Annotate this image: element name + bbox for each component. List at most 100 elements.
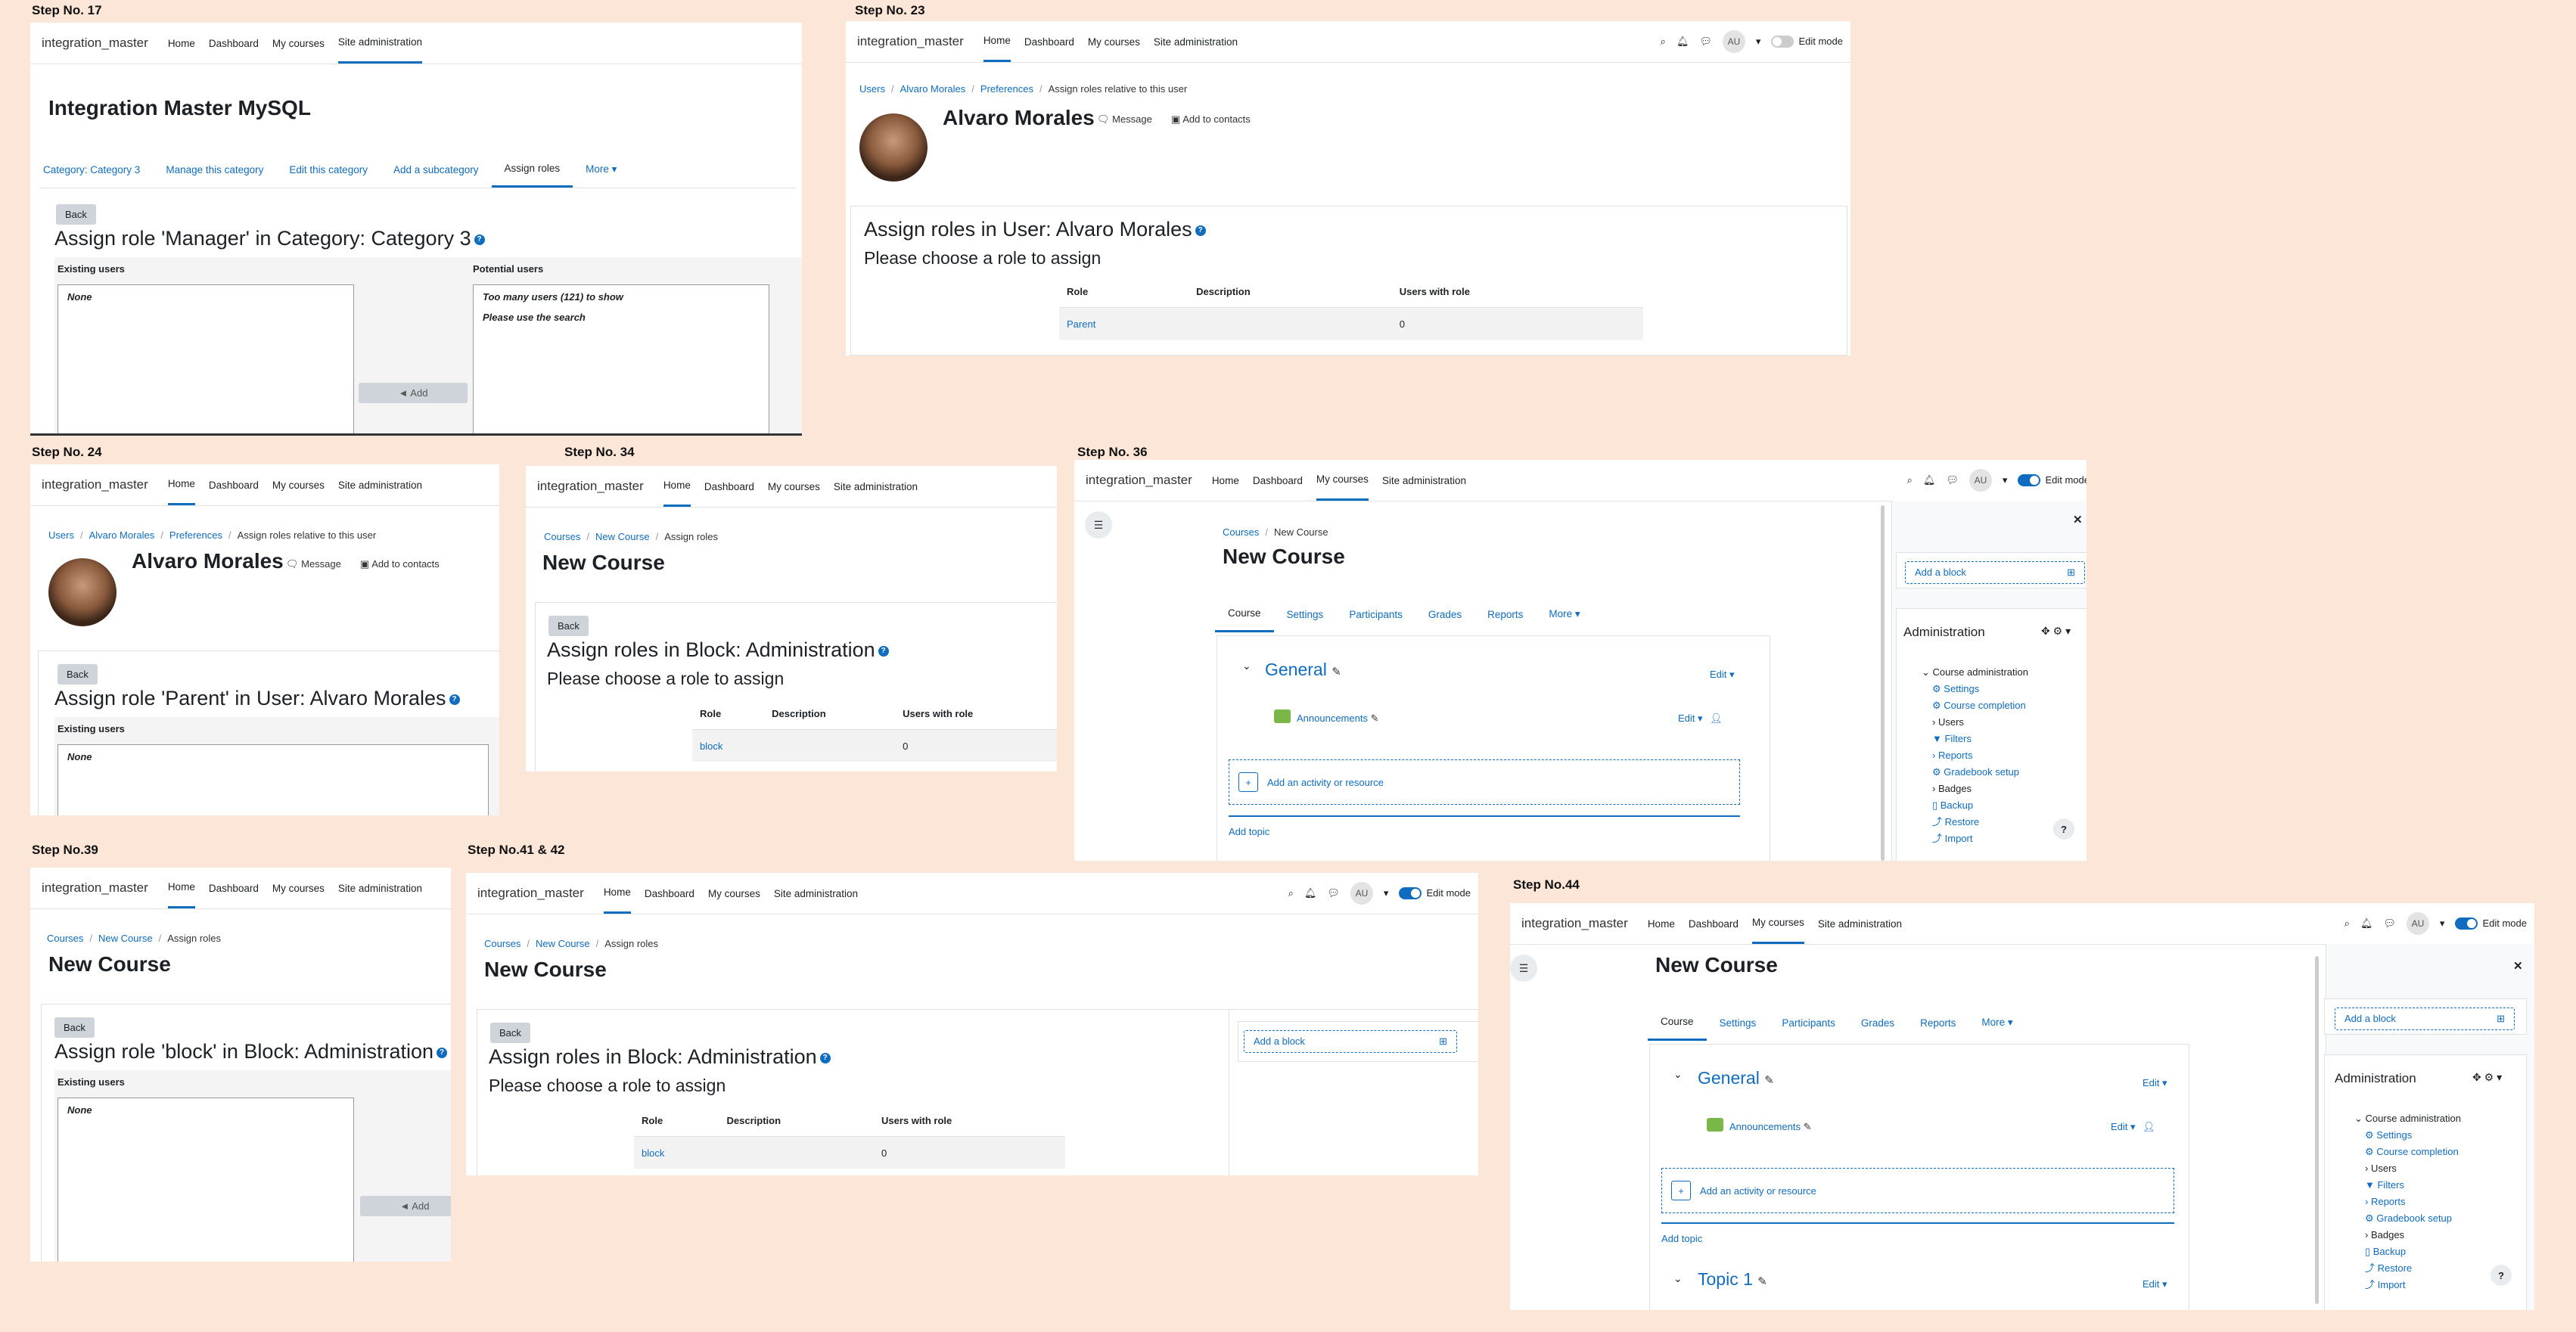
chevron-down-icon[interactable]: ▾: [2065, 625, 2071, 637]
user-avatar[interactable]: AU: [1722, 30, 1745, 53]
nav-my-courses[interactable]: My courses: [1088, 21, 1140, 62]
nav-home[interactable]: Home: [1212, 460, 1239, 501]
help-icon[interactable]: ?: [449, 694, 460, 705]
toggle-switch[interactable]: [1399, 887, 1422, 900]
help-icon[interactable]: ?: [878, 645, 889, 657]
add-activity-button[interactable]: + Add an activity or resource: [1229, 759, 1740, 805]
chevron-down-icon[interactable]: ▾: [2003, 474, 2008, 486]
nav-site-administration[interactable]: Site administration: [337, 23, 422, 64]
tree-item[interactable]: › Reports: [2354, 1194, 2461, 1210]
section-title[interactable]: Topic 1 ✎: [1698, 1269, 1767, 1290]
toggle-switch[interactable]: [1771, 36, 1794, 48]
breadcrumb-preferences[interactable]: Preferences: [980, 83, 1033, 95]
site-brand[interactable]: integration_master: [537, 479, 644, 494]
chat-icon[interactable]: 💬︎: [2383, 917, 2396, 930]
add-topic-link[interactable]: Add topic: [1229, 826, 1269, 837]
tab-more[interactable]: More ▾: [1969, 1004, 2025, 1041]
tree-item[interactable]: ⚙ Settings: [2354, 1127, 2461, 1144]
announcements-link[interactable]: Announcements ✎: [1297, 713, 1378, 725]
help-question-icon[interactable]: ?: [2053, 818, 2074, 840]
tab-assign-roles[interactable]: Assign roles: [491, 151, 573, 188]
section-name[interactable]: Topic 1: [1698, 1269, 1753, 1289]
search-icon[interactable]: ⌕: [2345, 917, 2350, 930]
breadcrumb-courses[interactable]: Courses: [484, 938, 520, 949]
chevron-down-icon[interactable]: ▾: [1756, 36, 1761, 48]
gear-icon[interactable]: ⚙: [2053, 625, 2063, 637]
collapse-chevron-icon[interactable]: ⌄: [1673, 1068, 1683, 1081]
tree-item[interactable]: ⌄ Course administration: [2354, 1110, 2461, 1127]
add-contacts-link[interactable]: ▣ Add to contacts: [360, 558, 440, 570]
section-name[interactable]: General: [1698, 1068, 1760, 1088]
nav-site-administration[interactable]: Site administration: [338, 868, 422, 908]
bell-icon[interactable]: 🔔︎: [1923, 474, 1936, 486]
section-title[interactable]: General ✎: [1265, 660, 1341, 680]
bell-icon[interactable]: 🔔︎: [1304, 887, 1317, 899]
tree-item[interactable]: › Users: [1922, 714, 2028, 731]
potential-users-list[interactable]: Too many users (121) to show Please use …: [473, 284, 769, 433]
breadcrumb-courses[interactable]: Courses: [47, 933, 83, 944]
help-question-icon[interactable]: ?: [2491, 1265, 2512, 1286]
existing-users-list[interactable]: None: [57, 1098, 354, 1262]
tab-course[interactable]: Course: [1648, 1004, 1707, 1041]
nav-dashboard[interactable]: Dashboard: [1024, 21, 1074, 62]
tab-more[interactable]: More ▾: [1536, 596, 1593, 632]
help-icon[interactable]: ?: [437, 1047, 448, 1058]
help-icon[interactable]: ?: [474, 234, 485, 245]
nav-home[interactable]: Home: [1648, 903, 1675, 944]
breadcrumb-course[interactable]: New Course: [98, 933, 153, 944]
nav-dashboard[interactable]: Dashboard: [1253, 460, 1303, 501]
nav-dashboard[interactable]: Dashboard: [704, 466, 754, 507]
nav-my-courses[interactable]: My courses: [272, 464, 325, 505]
breadcrumb-courses[interactable]: Courses: [544, 531, 580, 542]
tab-manage-category[interactable]: Manage this category: [153, 151, 276, 188]
nav-site-administration[interactable]: Site administration: [338, 464, 422, 505]
search-icon[interactable]: ⌕: [1907, 474, 1913, 486]
nav-my-courses[interactable]: My courses: [272, 23, 325, 64]
tab-reports[interactable]: Reports: [1907, 1004, 1969, 1041]
add-activity-button[interactable]: + Add an activity or resource: [1661, 1168, 2174, 1213]
tree-item[interactable]: ⚙ Course completion: [1922, 697, 2028, 714]
section-name[interactable]: General: [1265, 660, 1327, 679]
tree-item[interactable]: ⚙ Gradebook setup: [1922, 764, 2028, 781]
tree-item[interactable]: › Reports: [1922, 747, 2028, 764]
tree-item[interactable]: ⤴ Restore: [2354, 1260, 2461, 1277]
nav-dashboard[interactable]: Dashboard: [209, 464, 259, 505]
tree-item[interactable]: ⚙ Settings: [1922, 681, 2028, 697]
site-brand[interactable]: integration_master: [857, 34, 964, 49]
chevron-down-icon[interactable]: ▾: [1384, 887, 1389, 899]
course-index-toggle-icon[interactable]: ☰: [1085, 511, 1112, 539]
scrollbar[interactable]: [2315, 956, 2319, 1304]
nav-dashboard[interactable]: Dashboard: [209, 23, 259, 64]
user-avatar[interactable]: AU: [1969, 469, 1992, 492]
site-brand[interactable]: integration_master: [42, 880, 148, 896]
site-brand[interactable]: integration_master: [1521, 916, 1628, 931]
existing-users-list[interactable]: None: [57, 744, 489, 815]
nav-home[interactable]: Home: [983, 21, 1011, 62]
chat-icon[interactable]: 💬︎: [1327, 887, 1340, 899]
section-title[interactable]: General ✎: [1698, 1068, 1774, 1088]
back-button[interactable]: Back: [56, 204, 96, 225]
edit-mode-toggle[interactable]: Edit mode: [2455, 917, 2527, 930]
tab-category[interactable]: Category: Category 3: [30, 151, 153, 188]
move-icon[interactable]: ✥: [2472, 1071, 2481, 1083]
nav-my-courses[interactable]: My courses: [272, 868, 325, 908]
collapse-chevron-icon[interactable]: ⌄: [1673, 1272, 1683, 1285]
chat-icon[interactable]: 💬︎: [1946, 474, 1959, 486]
tab-grades[interactable]: Grades: [1848, 1004, 1907, 1041]
breadcrumb-users[interactable]: Users: [859, 83, 885, 95]
section-edit-menu[interactable]: Edit ▾: [2143, 1278, 2167, 1290]
announcements-link[interactable]: Announcements ✎: [1729, 1121, 1811, 1133]
nav-dashboard[interactable]: Dashboard: [209, 868, 259, 908]
tab-grades[interactable]: Grades: [1415, 596, 1474, 632]
tree-item[interactable]: › Badges: [1922, 781, 2028, 797]
nav-my-courses[interactable]: My courses: [768, 466, 820, 507]
nav-home[interactable]: Home: [603, 873, 631, 914]
gear-icon[interactable]: ⚙: [2484, 1071, 2494, 1083]
tab-settings[interactable]: Settings: [1274, 596, 1337, 632]
breadcrumb-users[interactable]: Users: [48, 529, 74, 541]
toggle-switch[interactable]: [2018, 474, 2041, 487]
add-block-button[interactable]: Add a block ⊞: [2335, 1008, 2515, 1030]
search-icon[interactable]: ⌕: [1288, 887, 1294, 899]
existing-users-list[interactable]: None: [57, 284, 354, 433]
tree-item[interactable]: ⤴ Import: [2354, 1277, 2461, 1293]
